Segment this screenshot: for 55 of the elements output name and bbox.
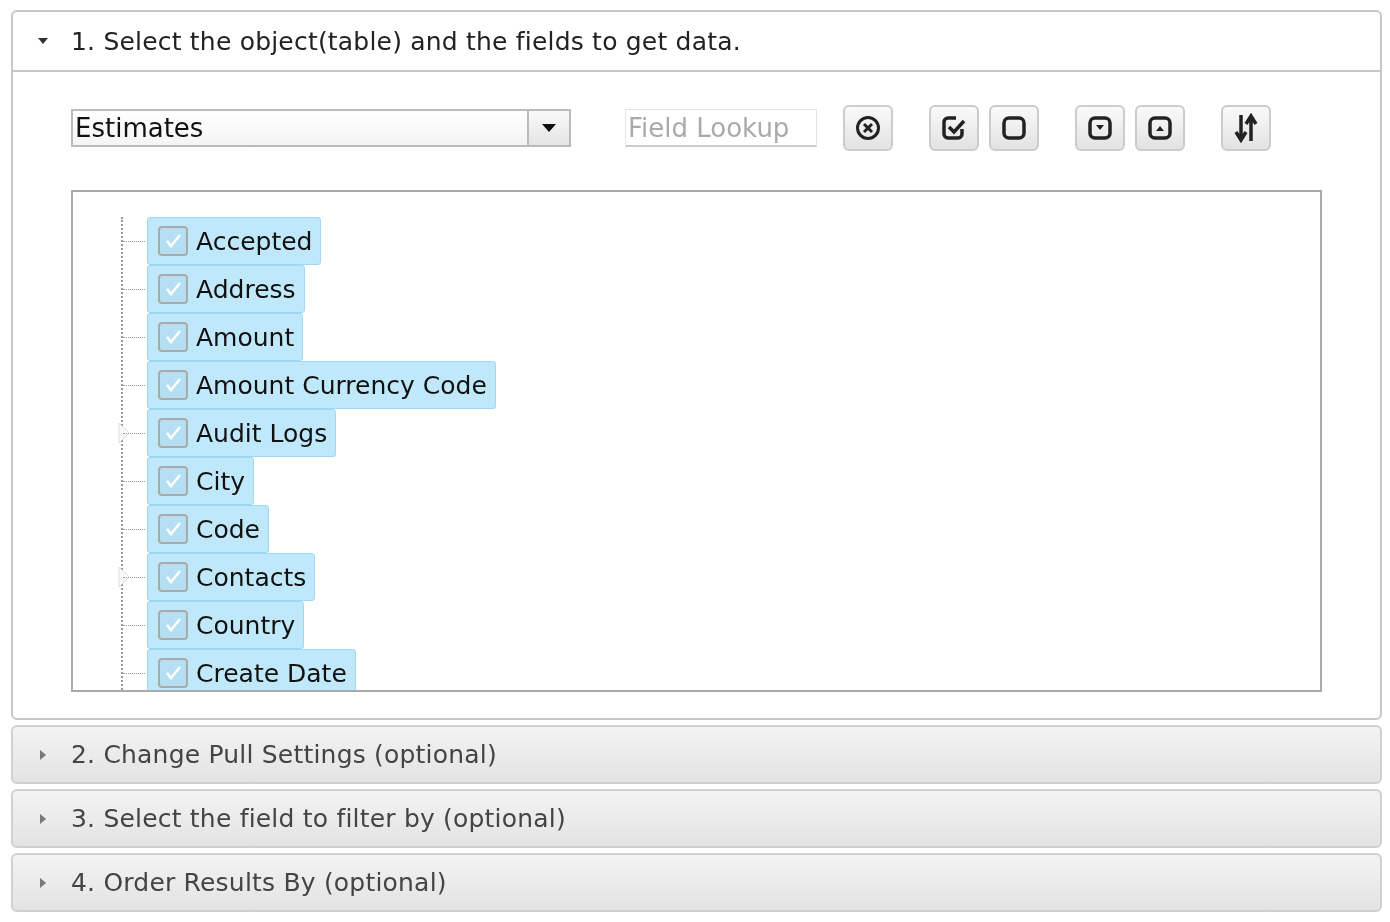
tree-node[interactable]: Amount — [147, 313, 304, 361]
caret-up-box-icon — [1147, 115, 1173, 141]
field-label: Amount — [196, 322, 295, 352]
tree-node[interactable]: Address — [147, 265, 305, 313]
tree-node[interactable]: Create Date — [147, 649, 356, 690]
checkbox[interactable] — [158, 562, 188, 592]
checkbox[interactable] — [158, 610, 188, 640]
checkbox[interactable] — [158, 418, 188, 448]
tree-node[interactable]: Accepted — [147, 217, 322, 265]
section-title: 3. Select the field to filter by (optional) — [71, 804, 566, 833]
section-header[interactable]: 1. Select the object(table) and the fields to get data. — [13, 12, 1380, 72]
checkbox[interactable] — [158, 514, 188, 544]
section-title: 1. Select the object(table) and the fields to get data. — [71, 26, 741, 56]
check-all-button[interactable] — [929, 105, 979, 151]
tree-node[interactable]: Country — [147, 601, 305, 649]
expand-arrow-icon[interactable] — [117, 421, 131, 445]
tree-node[interactable]: Contacts — [147, 553, 316, 601]
field-label: City — [196, 466, 245, 496]
checkbox[interactable] — [158, 226, 188, 256]
sort-arrows-icon — [1233, 113, 1259, 143]
section-title: 4. Order Results By (optional) — [71, 868, 447, 897]
checked-box-icon — [941, 115, 967, 141]
field-label: Code — [196, 514, 260, 544]
section-title: 2. Change Pull Settings (optional) — [71, 740, 497, 769]
tree-node[interactable]: Amount Currency Code — [147, 361, 496, 409]
uncheck-all-button[interactable] — [989, 105, 1039, 151]
clear-button[interactable] — [843, 105, 893, 151]
field-label: Create Date — [196, 658, 347, 688]
field-label: Audit Logs — [196, 418, 328, 448]
field-label: Country — [196, 610, 296, 640]
close-circle-icon — [855, 115, 881, 141]
empty-box-icon — [1001, 115, 1027, 141]
dropdown-caret-icon — [542, 124, 556, 132]
object-dropdown[interactable]: Estimates — [71, 109, 571, 147]
field-lookup-input[interactable]: Field Lookup — [625, 109, 817, 147]
tree-node[interactable]: Code — [147, 505, 269, 553]
checkbox[interactable] — [158, 466, 188, 496]
tree-node[interactable]: Audit Logs — [147, 409, 337, 457]
field-label: Contacts — [196, 562, 307, 592]
checkbox[interactable] — [158, 658, 188, 688]
collapse-all-button[interactable] — [1135, 105, 1185, 151]
checkbox[interactable] — [158, 274, 188, 304]
field-label: Accepted — [196, 226, 313, 256]
checkbox[interactable] — [158, 370, 188, 400]
sort-button[interactable] — [1221, 105, 1271, 151]
field-label: Address — [196, 274, 296, 304]
field-label: Amount Currency Code — [196, 370, 487, 400]
section-header[interactable]: 3. Select the field to filter by (optional) — [13, 791, 1380, 846]
checkbox[interactable] — [158, 322, 188, 352]
expand-arrow-icon[interactable] — [117, 565, 131, 589]
caret-down-box-icon — [1087, 115, 1113, 141]
tree-node[interactable]: City — [147, 457, 254, 505]
expand-all-button[interactable] — [1075, 105, 1125, 151]
section-header[interactable]: 2. Change Pull Settings (optional) — [13, 727, 1380, 782]
section-header[interactable]: 4. Order Results By (optional) — [13, 855, 1380, 910]
